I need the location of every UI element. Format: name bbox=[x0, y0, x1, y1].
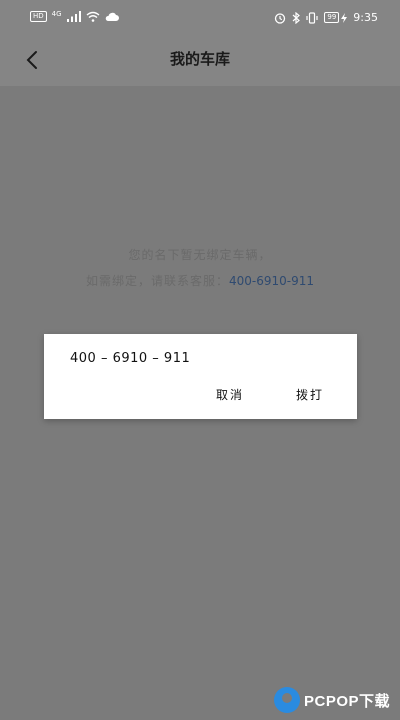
customer-service-phone-link[interactable]: 400-6910-911 bbox=[229, 274, 314, 288]
empty-state-message: 您的名下暂无绑定车辆， 如需绑定，请联系客服：400-6910-911 bbox=[0, 242, 400, 294]
status-time: 9:35 bbox=[353, 11, 378, 24]
empty-state-line2-prefix: 如需绑定，请联系客服： bbox=[85, 274, 229, 288]
empty-state-line2: 如需绑定，请联系客服：400-6910-911 bbox=[0, 268, 400, 294]
page-title: 我的车库 bbox=[169, 50, 230, 68]
header: 我的车库 bbox=[0, 36, 400, 86]
watermark-logo-icon bbox=[274, 687, 300, 713]
dialog-phone-number: 400 – 6910 – 911 bbox=[70, 351, 191, 366]
charging-icon bbox=[341, 12, 348, 23]
watermark: PCPOP下载 bbox=[274, 684, 390, 716]
dial-button[interactable]: 拨打 bbox=[296, 386, 324, 403]
cancel-button[interactable]: 取消 bbox=[216, 386, 244, 403]
call-dialog: 400 – 6910 – 911 取消 拨打 bbox=[44, 334, 357, 419]
cloud-icon bbox=[105, 12, 119, 21]
status-left: HD 4G bbox=[30, 9, 119, 22]
battery-indicator: 99 bbox=[324, 12, 348, 23]
empty-state-line1: 您的名下暂无绑定车辆， bbox=[128, 248, 272, 262]
top-area: HD 4G 99 9:35 我的车库 bbox=[0, 0, 400, 86]
alarm-icon bbox=[275, 12, 286, 24]
watermark-text: PCPOP下载 bbox=[304, 692, 391, 710]
wifi-icon bbox=[86, 11, 99, 22]
hd-badge: HD bbox=[30, 11, 47, 22]
bluetooth-icon bbox=[292, 11, 301, 24]
network-type-label: 4G bbox=[51, 9, 62, 18]
signal-icon bbox=[66, 11, 81, 22]
status-right: 99 9:35 bbox=[274, 11, 378, 24]
vibrate-icon bbox=[306, 11, 318, 24]
battery-icon: 99 bbox=[324, 12, 340, 23]
status-bar: HD 4G 99 9:35 bbox=[0, 0, 400, 36]
